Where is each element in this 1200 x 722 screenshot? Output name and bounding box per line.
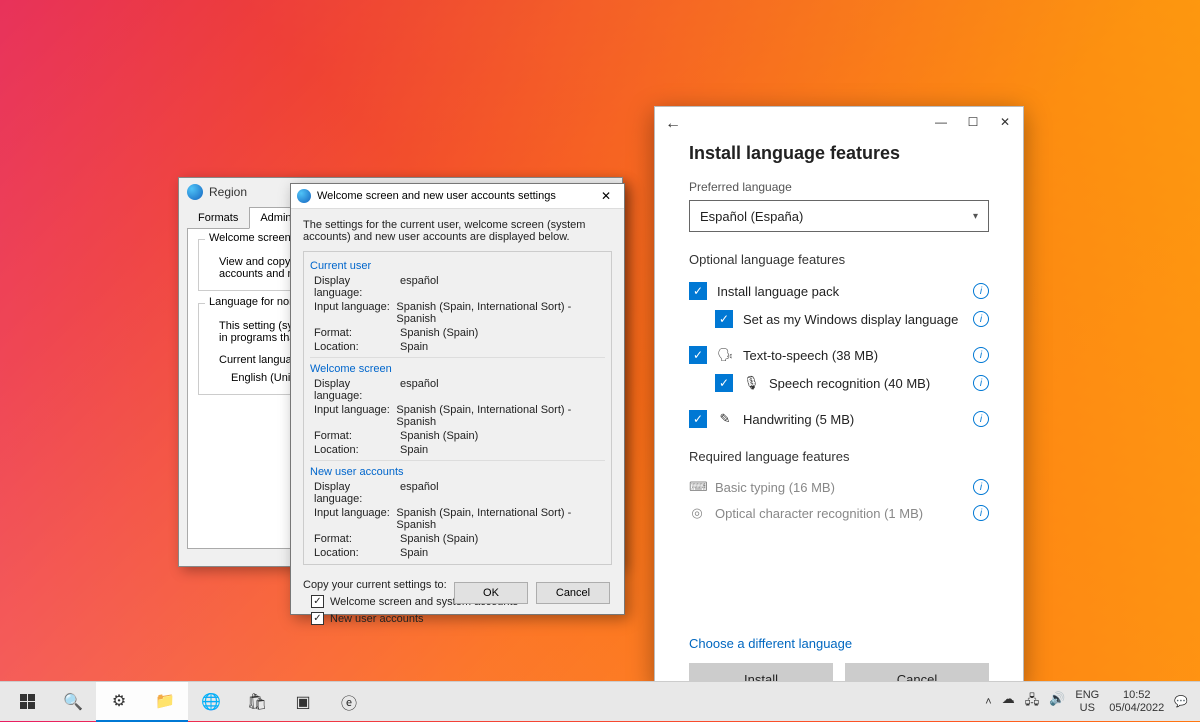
optional-features-heading: Optional language features <box>689 252 989 267</box>
taskbar-ie[interactable]: ⓔ <box>326 682 372 722</box>
chevron-down-icon: ▾ <box>973 211 978 222</box>
info-icon[interactable]: i <box>973 479 989 495</box>
info-icon[interactable]: i <box>973 411 989 427</box>
close-icon[interactable]: ✕ <box>594 189 618 203</box>
install-language-window: ← — ☐ ✕ Install language features Prefer… <box>654 106 1024 686</box>
action-center-icon[interactable]: 💬 <box>1174 695 1188 708</box>
region-title: Region <box>209 185 247 199</box>
keyboard-icon: ⌨ <box>689 479 705 495</box>
checkbox-speech[interactable]: ✓ <box>715 374 733 392</box>
network-icon[interactable]: 🖧 <box>1025 691 1040 713</box>
handwriting-icon: ✎ <box>717 411 733 427</box>
back-icon[interactable]: ← <box>665 115 681 133</box>
clock[interactable]: 10:52 05/04/2022 <box>1109 689 1164 713</box>
ocr-icon: ◎ <box>689 505 705 521</box>
globe-icon <box>297 189 311 203</box>
checkbox-language-pack[interactable]: ✓ <box>689 282 707 300</box>
taskbar-settings[interactable]: ⚙ <box>96 682 142 722</box>
checkbox-handwriting[interactable]: ✓ <box>689 410 707 428</box>
ok-button[interactable]: OK <box>454 582 528 604</box>
info-icon[interactable]: i <box>973 505 989 521</box>
welcome-settings-dialog: Welcome screen and new user accounts set… <box>290 183 625 615</box>
search-button[interactable]: 🔍 <box>50 682 96 722</box>
section-new-user: New user accounts <box>310 464 605 480</box>
required-features-heading: Required language features <box>689 449 989 464</box>
section-current-user: Current user <box>310 258 605 274</box>
onedrive-icon[interactable]: ☁ <box>1002 691 1015 713</box>
info-icon[interactable]: i <box>973 311 989 327</box>
info-icon[interactable]: i <box>973 283 989 299</box>
maximize-icon[interactable]: ☐ <box>957 108 989 136</box>
taskbar-store[interactable]: 🛍 <box>234 682 280 722</box>
microphone-icon: 🎙 <box>743 375 759 391</box>
windows-logo-icon <box>20 694 35 709</box>
welcome-dialog-title: Welcome screen and new user accounts set… <box>317 190 556 202</box>
close-icon[interactable]: ✕ <box>989 108 1021 136</box>
welcome-intro: The settings for the current user, welco… <box>303 219 612 243</box>
taskbar: 🔍 ⚙ 📁 🌐 🛍 ▣ ⓔ ˄ ☁ 🖧 🔊 ENG US 10:52 05/04… <box>0 681 1200 721</box>
cancel-button[interactable]: Cancel <box>536 582 610 604</box>
checkbox-icon: ✓ <box>311 612 324 625</box>
globe-icon <box>187 184 203 200</box>
checkbox-icon: ✓ <box>311 595 324 608</box>
info-icon[interactable]: i <box>973 375 989 391</box>
language-indicator[interactable]: ENG US <box>1075 689 1099 713</box>
taskbar-terminal[interactable]: ▣ <box>280 682 326 722</box>
start-button[interactable] <box>4 682 50 722</box>
tab-formats[interactable]: Formats <box>187 207 249 229</box>
minimize-icon[interactable]: — <box>925 108 957 136</box>
taskbar-explorer[interactable]: 📁 <box>142 682 188 722</box>
tts-icon: 🗣 <box>717 347 733 363</box>
preferred-language-label: Preferred language <box>689 180 989 194</box>
volume-icon[interactable]: 🔊 <box>1049 691 1065 713</box>
section-welcome-screen: Welcome screen <box>310 361 605 377</box>
page-title: Install language features <box>689 143 989 164</box>
tray-chevron-up-icon[interactable]: ˄ <box>985 696 991 708</box>
info-icon[interactable]: i <box>973 347 989 363</box>
taskbar-edge[interactable]: 🌐 <box>188 682 234 722</box>
choose-different-language-link[interactable]: Choose a different language <box>689 636 852 651</box>
checkbox-display-language[interactable]: ✓ <box>715 310 733 328</box>
preferred-language-select[interactable]: Español (España) ▾ <box>689 200 989 232</box>
checkbox-tts[interactable]: ✓ <box>689 346 707 364</box>
checkbox-new-user[interactable]: ✓ New user accounts <box>311 612 612 625</box>
